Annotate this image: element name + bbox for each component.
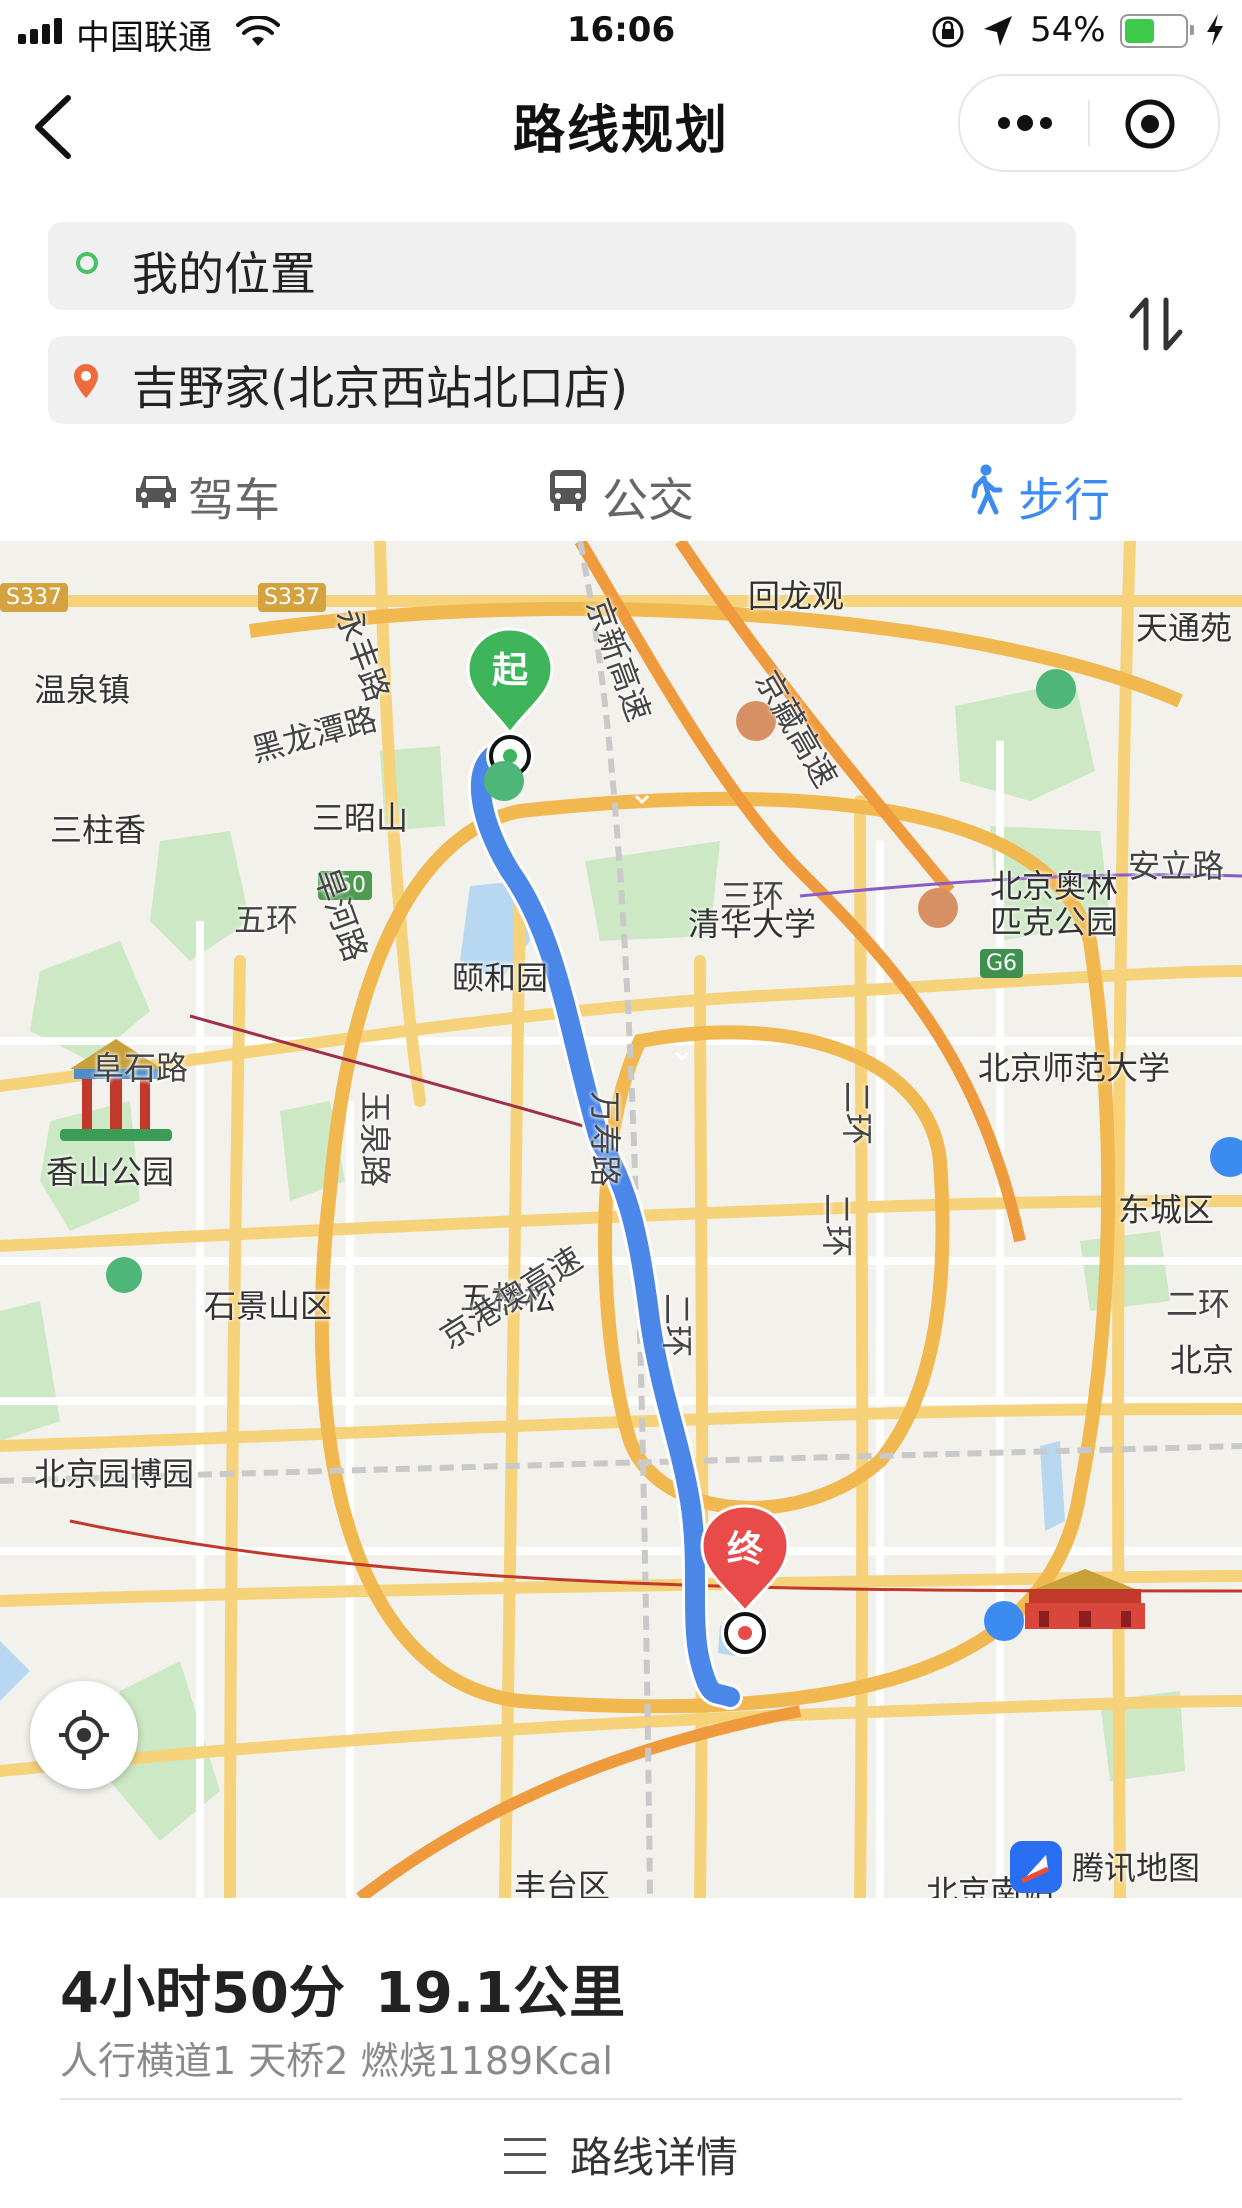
place-label: 温泉镇 (34, 671, 131, 709)
place-label: 东城区 (1118, 1191, 1215, 1229)
charging-icon (1207, 14, 1223, 46)
road-label: 阜石路 (92, 1049, 189, 1087)
place-label: 颐和园 (452, 959, 549, 997)
scenic-spot-icon (106, 1257, 142, 1293)
map-canvas (0, 541, 1242, 1898)
route-shield: S337 (0, 583, 68, 612)
tab-transit[interactable]: 公交 (548, 460, 748, 527)
place-label: 三昭山 (312, 799, 409, 837)
walk-icon (971, 464, 1003, 515)
road-label: 二环 (818, 1193, 856, 1258)
place-label: 石景山区 (204, 1287, 333, 1325)
place-label: 匹克公园 (990, 903, 1119, 941)
scenic-spot-icon (484, 761, 524, 801)
swap-icon[interactable] (1126, 294, 1186, 354)
close-mini-program-icon[interactable] (1122, 96, 1178, 152)
origin-text: 我的位置 (132, 247, 316, 301)
route-details-text: 人行横道1 天桥2 燃烧1189Kcal (60, 2039, 613, 2083)
university-icon (918, 888, 958, 928)
mini-program-capsule (958, 74, 1220, 172)
start-marker-label: 起 (492, 650, 529, 691)
origin-dot-icon (76, 252, 98, 274)
bus-icon (550, 470, 586, 511)
route-summary: 4小时50分 19.1公里 (60, 1948, 655, 2029)
place-label: 丰台区 (514, 1867, 611, 1898)
tab-label: 驾车 (188, 473, 280, 527)
map-brand: 腾讯地图 (1072, 1849, 1201, 1887)
scenic-spot-icon (1036, 669, 1076, 709)
route-shield: S337 (258, 583, 326, 612)
tab-walking[interactable]: 步行 (964, 460, 1164, 527)
road-label: 二环 (658, 1293, 696, 1358)
crosshair-icon (59, 1710, 109, 1760)
road-label: 安立路 (1128, 847, 1225, 885)
divider (60, 2098, 1182, 2100)
more-icon[interactable] (994, 106, 1056, 140)
place-label: 天通苑 (1136, 609, 1233, 647)
route-duration: 4小时50分 (60, 1961, 345, 2026)
capsule-divider (1088, 100, 1090, 146)
orientation-lock-icon (932, 16, 964, 48)
locate-me-button[interactable] (30, 1681, 138, 1789)
tab-label: 公交 (602, 473, 694, 527)
road-label: 五环 (234, 901, 299, 939)
subway-icon (984, 1601, 1024, 1641)
status-bar: 中国联通 16:06 54% (0, 0, 1242, 62)
road-label: 万寿路 (586, 1091, 624, 1188)
destination-pin-icon (74, 364, 98, 398)
list-icon (503, 2138, 546, 2174)
route-direction-arrow (674, 1051, 690, 1062)
road-label: 二环 (1166, 1285, 1231, 1323)
battery-percent: 54% (1030, 10, 1106, 50)
battery-icon (1120, 14, 1194, 48)
place-label: 回龙观 (748, 577, 845, 615)
subway-icon (1210, 1137, 1242, 1177)
origin-field[interactable]: 我的位置 (48, 222, 1076, 310)
tencent-map-logo-icon (1010, 1841, 1062, 1893)
road-label: 二环 (838, 1081, 876, 1146)
route-details-button[interactable]: 路线详情 (0, 2124, 1242, 2185)
map-view[interactable]: S337 S337 S50 G6 回龙观 天通苑 温泉镇 三柱香 三昭山 清华大… (0, 541, 1242, 1898)
destination-field[interactable]: 吉野家(北京西站北口店) (48, 336, 1076, 424)
route-details-label: 路线详情 (569, 2133, 738, 2182)
place-label: 香山公园 (46, 1153, 175, 1191)
destination-text: 吉野家(北京西站北口店) (132, 361, 628, 415)
tab-label: 步行 (1018, 473, 1110, 527)
place-label: 北京师范大学 (978, 1049, 1171, 1087)
road-label: 三环 (720, 877, 785, 915)
place-label: 北京 (1170, 1341, 1235, 1379)
car-icon (136, 476, 176, 508)
place-label: 三柱香 (50, 811, 147, 849)
end-marker-label: 终 (727, 1529, 764, 1570)
road-label: 玉泉路 (356, 1091, 394, 1188)
start-marker[interactable] (426, 627, 554, 780)
route-distance: 19.1公里 (374, 1961, 626, 2026)
route-shield: G6 (980, 949, 1024, 978)
location-arrow-icon (984, 16, 1012, 46)
tab-driving[interactable]: 驾车 (134, 460, 334, 527)
place-label: 北京园博园 (34, 1455, 195, 1493)
